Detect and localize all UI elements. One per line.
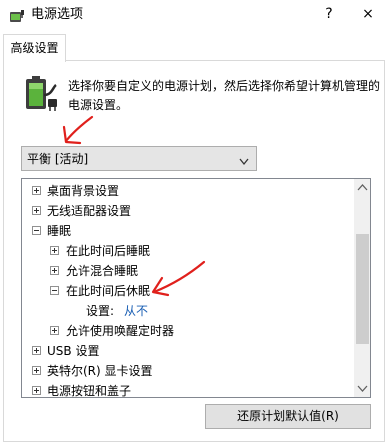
collapse-icon[interactable]: [50, 286, 59, 295]
setting-value[interactable]: 从不: [124, 301, 148, 321]
description-text: 选择你要自定义的电源计划，然后选择你希望计算机管理的电源设置。: [68, 79, 381, 112]
tab-advanced-settings[interactable]: 高级设置: [3, 34, 66, 62]
tree-item-label: USB 设置: [47, 344, 100, 358]
power-plan-value: 平衡 [活动]: [27, 152, 89, 166]
scrollbar-thumb[interactable]: [356, 234, 369, 344]
help-button[interactable]: ?: [318, 3, 340, 25]
tree-item-usb-settings[interactable]: USB 设置: [22, 341, 352, 361]
tree-item-sleep[interactable]: 睡眠: [22, 221, 352, 241]
tree-item-label: 允许使用唤醒定时器: [66, 324, 175, 338]
tree-item-label: 电源按钮和盖子: [47, 384, 132, 398]
tree-item-label: 在此时间后休眠: [66, 284, 151, 298]
expand-icon[interactable]: [50, 246, 59, 255]
close-button[interactable]: ×: [357, 3, 379, 25]
power-plan-dropdown[interactable]: 平衡 [活动]: [21, 146, 257, 171]
window-title: 电源选项: [31, 7, 84, 22]
tree-item-intel-graphics[interactable]: 英特尔(R) 显卡设置: [22, 361, 352, 381]
tree-item-label: 在此时间后睡眠: [66, 244, 151, 258]
tree-item-wake-timers[interactable]: 允许使用唤醒定时器: [22, 321, 352, 341]
expand-icon[interactable]: [32, 386, 41, 395]
battery-plug-icon: [22, 73, 60, 113]
chevron-down-icon: [239, 155, 249, 166]
expand-icon[interactable]: [32, 186, 41, 195]
tree-item-label: 英特尔(R) 显卡设置: [47, 364, 153, 378]
expand-icon[interactable]: [32, 206, 41, 215]
tree-item-hibernate-after[interactable]: 在此时间后休眠: [22, 281, 352, 301]
collapse-icon[interactable]: [32, 226, 41, 235]
setting-label: 设置:: [86, 304, 115, 318]
tree-item-wireless-adapter[interactable]: 无线适配器设置: [22, 201, 352, 221]
expand-icon[interactable]: [32, 366, 41, 375]
expand-icon[interactable]: [50, 266, 59, 275]
tree-item-label: 桌面背景设置: [47, 184, 120, 198]
restore-defaults-button[interactable]: 还原计划默认值(R): [205, 404, 371, 429]
tree-item-sleep-after[interactable]: 在此时间后睡眠: [22, 241, 352, 261]
tree-item-hybrid-sleep[interactable]: 允许混合睡眠: [22, 261, 352, 281]
power-options-icon: [8, 7, 26, 25]
scroll-up-icon[interactable]: [354, 179, 370, 196]
tab-strip: 高级设置: [0, 31, 388, 62]
tree-item-power-buttons-lid[interactable]: 电源按钮和盖子: [22, 381, 352, 398]
tree-scrollbar[interactable]: [354, 179, 370, 397]
tree-item-desktop-background[interactable]: 桌面背景设置: [22, 181, 352, 201]
scroll-down-icon[interactable]: [354, 380, 370, 397]
tree-item-label: 允许混合睡眠: [66, 264, 139, 278]
title-bar: 电源选项 ? ×: [0, 0, 388, 31]
tree-item-label: 无线适配器设置: [47, 204, 132, 218]
tree-item-setting[interactable]: 设置: 从不: [22, 301, 352, 321]
settings-tree[interactable]: 桌面背景设置 无线适配器设置 睡眠 在此时间后睡眠 允许混合睡眠 在此时间后休眠…: [21, 178, 371, 398]
power-options-window: 电源选项 ? × 高级设置 选择你要自定义的电源计划，然后选择你希望计算机管理的…: [0, 0, 388, 445]
tree-item-label: 睡眠: [47, 224, 72, 238]
expand-icon[interactable]: [32, 346, 41, 355]
expand-icon[interactable]: [50, 326, 59, 335]
